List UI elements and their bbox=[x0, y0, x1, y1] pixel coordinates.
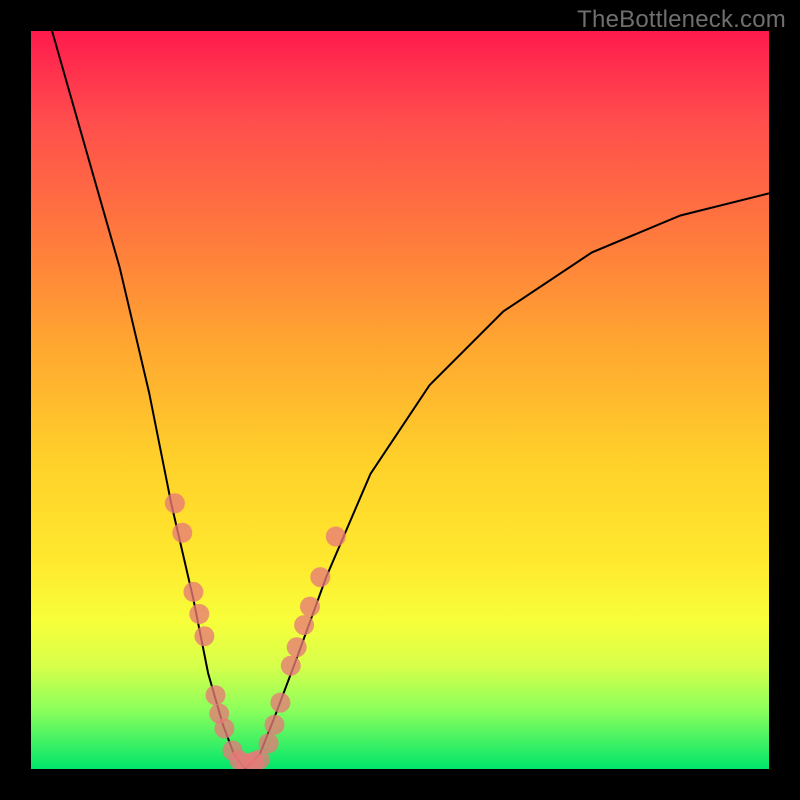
curve-marker bbox=[270, 693, 290, 713]
curve-marker bbox=[259, 733, 279, 753]
curve-marker bbox=[310, 567, 330, 587]
bottleneck-curve bbox=[31, 31, 769, 769]
curve-marker bbox=[194, 626, 214, 646]
curve-marker bbox=[300, 597, 320, 617]
curve-marker bbox=[165, 493, 185, 513]
chart-plot-area bbox=[31, 31, 769, 769]
curve-marker bbox=[294, 615, 314, 635]
curve-marker bbox=[183, 582, 203, 602]
curve-marker bbox=[206, 685, 226, 705]
watermark-text: TheBottleneck.com bbox=[577, 6, 786, 34]
curve-marker bbox=[287, 637, 307, 657]
curve-marker bbox=[281, 656, 301, 676]
curve-marker bbox=[265, 715, 285, 735]
curve-marker bbox=[189, 604, 209, 624]
chart-svg bbox=[31, 31, 769, 769]
chart-frame: TheBottleneck.com bbox=[0, 0, 800, 800]
curve-marker bbox=[214, 718, 234, 738]
marker-group bbox=[165, 493, 346, 769]
curve-marker bbox=[172, 523, 192, 543]
curve-marker bbox=[326, 527, 346, 547]
